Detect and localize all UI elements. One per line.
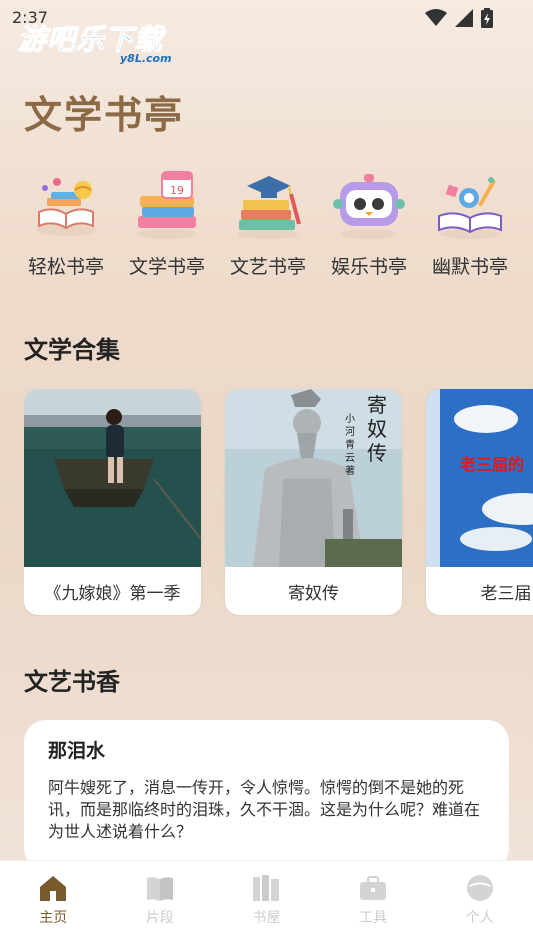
collection-carousel[interactable]: 《九嫁娘》第一季 寄奴传 小河青云著 寄奴传 老三届的 老三届: [24, 389, 533, 617]
card-cover-image: [24, 389, 201, 567]
card-cover-image: 老三届的: [426, 389, 533, 567]
collection-card[interactable]: 《九嫁娘》第一季: [24, 389, 201, 615]
battery-icon: [481, 8, 493, 28]
tab-label: 工具: [359, 910, 388, 926]
tab-label: 书屋: [252, 910, 281, 926]
card-cover-image: 寄奴传 小河青云著: [225, 389, 402, 567]
status-icons: [425, 8, 493, 28]
tab-home[interactable]: 主页: [0, 861, 107, 948]
category-item-literature[interactable]: 19 文学书亭: [119, 168, 215, 279]
category-item-entertainment[interactable]: 娱乐书亭: [321, 168, 417, 279]
collection-card[interactable]: 寄奴传 小河青云著 寄奴传: [225, 389, 402, 615]
graduation-books-icon: [238, 176, 301, 239]
category-label: 娱乐书亭: [330, 256, 407, 278]
tab-fragments[interactable]: 片段: [107, 861, 214, 948]
profile-icon: [466, 875, 493, 901]
category-label: 轻松书亭: [27, 256, 104, 278]
category-label: 文学书亭: [128, 256, 205, 278]
tab-tools[interactable]: 工具: [320, 861, 427, 948]
svg-text:19: 19: [170, 184, 184, 197]
tab-label: 个人: [465, 910, 494, 926]
category-item-arts[interactable]: 文艺书亭: [220, 168, 316, 279]
tab-bookstore[interactable]: 书屋: [213, 861, 320, 948]
collection-section-title: 文学合集: [24, 336, 120, 364]
literary-section-title: 文艺书香: [24, 668, 120, 696]
watermark-logo: 游吧乐下载 y8L.com: [17, 18, 171, 66]
category-item-relaxed[interactable]: 轻松书亭: [18, 168, 114, 279]
bookshelf-icon: [253, 875, 280, 901]
tab-label: 主页: [39, 910, 68, 926]
card-title: 《九嫁娘》第一季: [44, 583, 181, 604]
page-title: 文学书亭: [24, 92, 185, 137]
watermark-subtext: y8L.com: [120, 52, 172, 65]
open-book-tools-icon: [438, 177, 502, 239]
open-book-icon: [146, 877, 173, 901]
article-excerpt: 阿牛嫂死了，消息一传开，令人惊愕。惊愕的倒不是她的死讯，而是那临终时的泪珠，久不…: [48, 778, 481, 841]
signal-icon: [455, 9, 473, 27]
book-stack-calendar-icon: 19: [137, 171, 197, 239]
category-row: 轻松书亭 19 文学书亭 文艺书亭 娱乐书亭 幽默书亭: [18, 168, 518, 279]
toolbox-icon: [360, 876, 387, 900]
category-label: 文艺书亭: [229, 256, 306, 278]
card-title: 寄奴传: [288, 583, 339, 604]
article-title: 那泪水: [48, 740, 106, 762]
sky-illustration: [426, 389, 533, 567]
category-item-humor[interactable]: 幽默书亭: [422, 168, 518, 279]
cover-book-title: 老三届的: [460, 455, 525, 474]
tab-label: 片段: [145, 910, 174, 926]
cover-book-title: 寄奴传: [367, 393, 387, 465]
card-title: 老三届的: [480, 583, 533, 604]
books-globe-icon: [36, 178, 96, 236]
collection-card[interactable]: 老三届的 老三届的: [426, 389, 533, 615]
cover-book-author: 小河青云著: [345, 414, 355, 477]
home-icon: [40, 876, 67, 901]
bottom-tab-bar: 主页 片段 书屋 工具 个人: [0, 860, 533, 948]
category-label: 幽默书亭: [431, 256, 508, 278]
tab-profile[interactable]: 个人: [426, 861, 533, 948]
robot-icon: [333, 174, 405, 239]
article-card[interactable]: 那泪水 阿牛嫂死了，消息一传开，令人惊愕。惊愕的倒不是她的死讯，而是那临终时的泪…: [24, 720, 509, 870]
wifi-icon: [425, 9, 447, 26]
